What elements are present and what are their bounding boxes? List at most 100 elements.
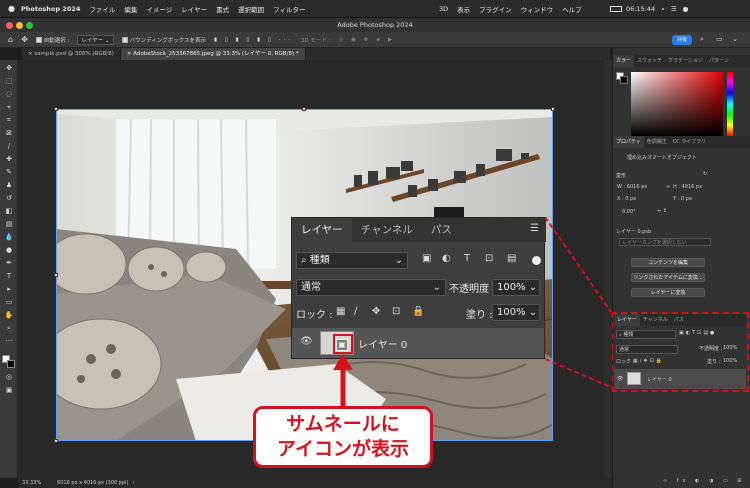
angle-field[interactable]: 0.00° xyxy=(622,209,636,215)
small-layer-thumbnail[interactable] xyxy=(627,372,641,385)
tab-patterns[interactable]: パターン xyxy=(706,55,732,67)
filter-adjustment-icon[interactable]: ◐ xyxy=(442,253,451,264)
filter-toggle-icon[interactable] xyxy=(532,256,541,265)
control-center-icon[interactable]: ☰ xyxy=(671,5,677,13)
menu-layer[interactable]: レイヤー xyxy=(181,4,207,14)
tab-adjustments[interactable]: 色調補正 xyxy=(644,136,670,148)
document-info[interactable]: 6016 px x 4016 px (300 ppi) xyxy=(57,480,128,486)
crop-tool-icon[interactable]: ⌗ xyxy=(4,116,14,125)
lock-all-icon[interactable]: 🔒 xyxy=(412,306,424,317)
transform-handle-tr[interactable] xyxy=(551,107,555,111)
x-field[interactable]: X : 0 px xyxy=(617,196,636,202)
small-visibility-eye-icon[interactable]: 👁 xyxy=(617,376,623,382)
show-bounding-box-checkbox[interactable]: バウンディングボックスを表示 xyxy=(121,36,206,44)
small-filter-kind[interactable]: ⌕ 種類 xyxy=(616,330,676,339)
menu-3d[interactable]: 3D xyxy=(439,5,448,13)
eraser-tool-icon[interactable]: ◧ xyxy=(4,207,14,216)
tab-sample-psd[interactable]: × sample.psd @ 300% (RGB/8) xyxy=(22,48,121,60)
lock-artboard-icon[interactable]: ⊡ xyxy=(392,306,400,317)
transform-handle-bl[interactable] xyxy=(54,439,58,443)
small-fill-value[interactable]: 100% xyxy=(723,358,737,364)
background-color-swatch[interactable] xyxy=(7,360,15,368)
filter-type-icon[interactable]: T xyxy=(464,253,470,264)
more-icon[interactable]: ⌄ xyxy=(732,35,738,43)
menu-window[interactable]: ウィンドウ xyxy=(521,4,554,14)
lock-image-icon[interactable]: ∕ xyxy=(354,306,357,317)
tab-layers-small[interactable]: レイヤー xyxy=(614,314,640,326)
layers-bottom-icons[interactable]: ∞ fx ◐ ◑ ▭ ⊞ 🗑 xyxy=(663,478,750,484)
dodge-tool-icon[interactable]: ● xyxy=(4,246,14,255)
color-bg-swatch[interactable] xyxy=(620,76,628,84)
align-icons[interactable]: ▮ ▯ ▮ ▯ ▮ ▯ ··· xyxy=(214,37,293,43)
y-field[interactable]: Y : 0 px xyxy=(673,196,692,202)
apple-icon[interactable]: ● xyxy=(8,4,15,13)
panel-menu-icon[interactable]: ☰ xyxy=(530,223,539,234)
gradient-tool-icon[interactable]: ▤ xyxy=(4,220,14,229)
menu-app-name[interactable]: Photoshop 2024 xyxy=(21,5,80,13)
auto-select-checkbox[interactable]: 自動選択 : xyxy=(35,36,69,44)
menu-image[interactable]: イメージ xyxy=(146,4,172,14)
tab-properties[interactable]: プロパティ xyxy=(613,136,644,148)
menu-select[interactable]: 選択範囲 xyxy=(238,4,264,14)
healing-tool-icon[interactable]: ✚ xyxy=(4,155,14,164)
path-select-tool-icon[interactable]: ▸ xyxy=(4,285,14,294)
convert-to-linked-button[interactable]: リンクされたアイテムに変換... xyxy=(631,273,705,282)
height-field[interactable]: H : 4016 px xyxy=(673,184,702,190)
blend-mode-dropdown[interactable]: 通常 ⌄ xyxy=(296,279,446,296)
layer-name[interactable]: レイヤー 0 xyxy=(358,336,407,351)
convert-to-layers-button[interactable]: レイヤーに変換 xyxy=(631,288,705,297)
menu-file[interactable]: ファイル xyxy=(89,4,115,14)
hue-slider[interactable] xyxy=(727,72,733,136)
filter-shape-icon[interactable]: ⊡ xyxy=(485,253,493,264)
close-window-button[interactable] xyxy=(6,22,13,29)
tab-paths-small[interactable]: パス xyxy=(671,314,687,326)
lock-transparent-icon[interactable]: ▦ xyxy=(336,306,345,317)
small-lock-icons[interactable]: ▦∕✥⊡🔒 xyxy=(633,358,664,364)
transform-handle-ml[interactable] xyxy=(54,273,58,277)
quick-mask-icon[interactable]: ◎ xyxy=(4,373,14,382)
share-button[interactable]: 共有 xyxy=(672,35,692,45)
width-field[interactable]: W : 6016 px xyxy=(617,184,647,190)
tab-channels[interactable]: チャンネル xyxy=(352,218,422,242)
filter-pixel-icon[interactable]: ▣ xyxy=(422,253,431,264)
stamp-tool-icon[interactable]: ♟ xyxy=(4,181,14,190)
screen-mode-icon[interactable]: ▣ xyxy=(4,386,14,395)
menu-view[interactable]: 表示 xyxy=(457,4,470,14)
fill-field[interactable]: 100% ⌄ xyxy=(492,304,540,321)
opacity-field[interactable]: 100% ⌄ xyxy=(492,279,540,296)
status-arrow-icon[interactable]: › xyxy=(132,480,134,486)
marquee-tool-icon[interactable]: ⬚ xyxy=(4,77,14,86)
small-filter-icons[interactable]: ▣◐T⊡▤● xyxy=(679,330,716,336)
workspace-icon[interactable]: ▭ xyxy=(716,35,723,43)
tab-gradients[interactable]: グラデーション xyxy=(665,55,706,67)
tab-channels-small[interactable]: チャンネル xyxy=(640,314,671,326)
menu-filter[interactable]: フィルター xyxy=(273,4,305,14)
layer-comp-dropdown[interactable]: レイヤーカンプを選択しない xyxy=(619,238,711,246)
reset-transform-icon[interactable]: ↻ xyxy=(703,171,707,177)
small-opacity-value[interactable]: 100% xyxy=(723,345,737,351)
type-tool-icon[interactable]: T xyxy=(4,272,14,281)
tab-color[interactable]: カラー xyxy=(613,55,635,67)
hand-tool-icon[interactable]: ✋ xyxy=(4,311,14,320)
more-tools-icon[interactable]: ··· xyxy=(4,337,14,346)
notification-icon[interactable]: ● xyxy=(683,5,689,13)
zoom-window-button[interactable] xyxy=(26,22,33,29)
transform-handle-tl[interactable] xyxy=(54,107,58,111)
edit-contents-button[interactable]: コンテンツを編集 xyxy=(631,258,705,267)
menu-help[interactable]: ヘルプ xyxy=(562,4,582,14)
lock-position-icon[interactable]: ✥ xyxy=(372,306,380,317)
menu-plugins[interactable]: プラグイン xyxy=(479,4,512,14)
minimize-window-button[interactable] xyxy=(16,22,23,29)
menu-edit[interactable]: 編集 xyxy=(124,4,137,14)
quick-select-tool-icon[interactable]: ⌖ xyxy=(4,103,14,112)
brush-tool-icon[interactable]: ✎ xyxy=(4,168,14,177)
auto-select-target-dropdown[interactable]: レイヤー ⌄ xyxy=(77,34,114,45)
3d-mode-icons[interactable]: ◎ ◉ ✥ ◈ ▶ xyxy=(339,37,396,43)
history-brush-icon[interactable]: ↺ xyxy=(4,194,14,203)
menu-type[interactable]: 書式 xyxy=(216,4,229,14)
tab-paths[interactable]: パス xyxy=(422,218,461,242)
search-icon[interactable]: ⌕ xyxy=(661,5,665,14)
small-layer-name[interactable]: レイヤー 0 xyxy=(647,376,672,383)
move-tool-icon[interactable]: ✥ xyxy=(21,35,28,44)
shape-tool-icon[interactable]: ▭ xyxy=(4,298,14,307)
